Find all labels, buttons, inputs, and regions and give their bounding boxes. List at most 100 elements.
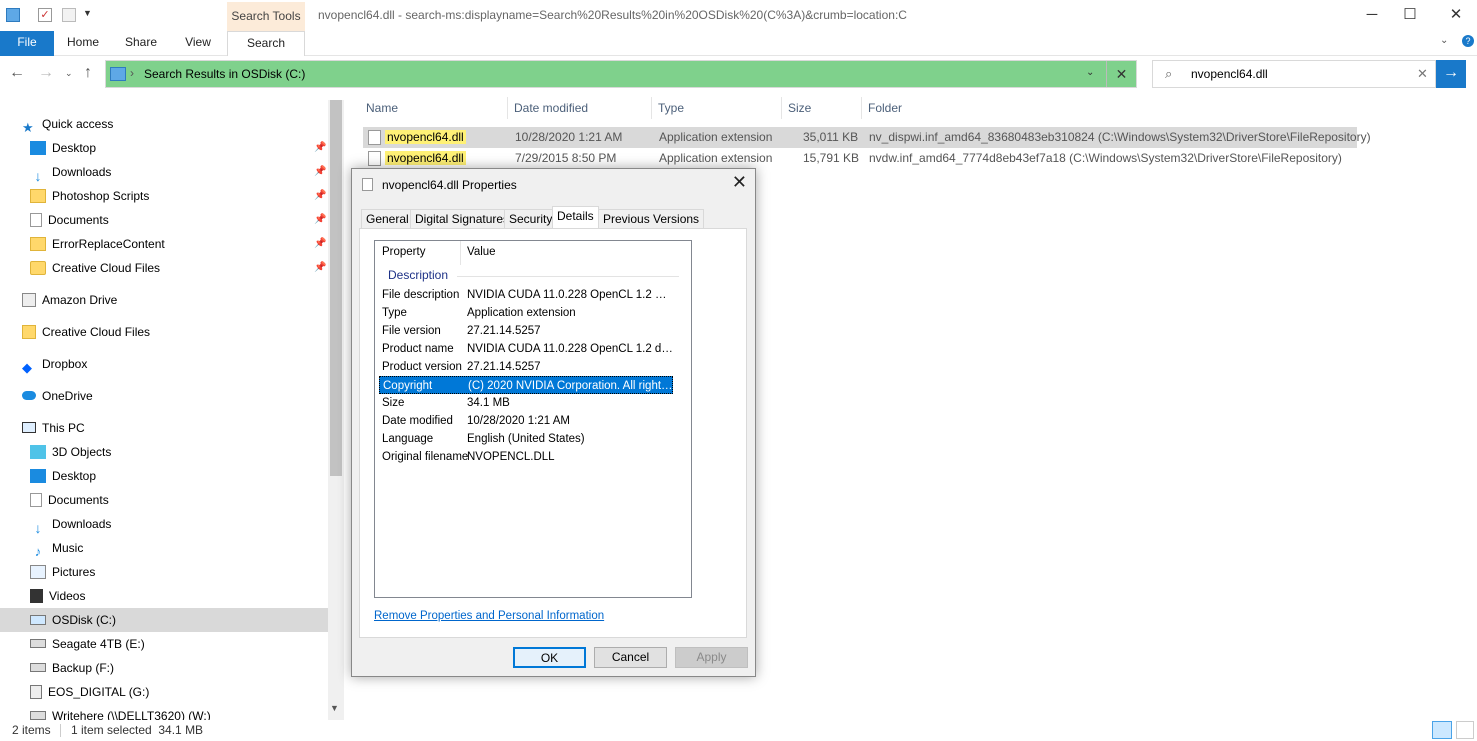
address-row: ← → ⌄ ↑ › Search Results in OSDisk (C:) … [0,56,1477,92]
large-icons-view-icon[interactable] [1456,721,1474,739]
collapse-ribbon-chevron-icon[interactable]: ⌄ [1440,35,1448,46]
nav-qa-photoshop-scripts[interactable]: Photoshop Scripts [30,185,149,207]
property-row[interactable]: Size 34.1 MB [379,394,673,412]
header-property[interactable]: Property [382,246,425,258]
nav-backup-f[interactable]: Backup (F:) [30,657,114,679]
tab-previous-versions[interactable]: Previous Versions [598,209,705,228]
table-row[interactable]: nvopencl64.dll 10/28/2020 1:21 AM Applic… [363,127,1371,148]
column-header-size[interactable]: Size [782,97,862,119]
pin-icon[interactable]: 📌 [314,190,326,201]
pin-icon[interactable]: 📌 [314,166,326,177]
nav-onedrive[interactable]: OneDrive [22,385,93,407]
nav-qa-downloads[interactable]: ↓ Downloads [30,161,112,184]
tab-share[interactable]: Share [116,31,166,56]
tab-general[interactable]: General [361,209,414,228]
tab-security[interactable]: Security [504,209,558,228]
nav-documents[interactable]: Documents [30,489,109,511]
search-input[interactable]: ⌕ nvopencl64.dll ✕ [1152,60,1436,88]
amazon-drive-icon [22,292,36,307]
breadcrumb[interactable]: Search Results in OSDisk (C:) [144,67,305,81]
tab-file[interactable]: File [0,31,54,56]
nav-seagate-e[interactable]: Seagate 4TB (E:) [30,633,145,655]
column-header-type[interactable]: Type [652,97,782,119]
search-go-arrow-icon[interactable]: → [1436,60,1466,88]
pin-icon[interactable]: 📌 [314,238,326,249]
maximize-button[interactable]: ☐ [1387,0,1433,31]
nav-3d-objects[interactable]: 3D Objects [30,441,111,463]
tab-view[interactable]: View [174,31,222,56]
folder-icon [6,8,20,22]
help-icon[interactable]: ? [1462,35,1474,47]
properties-quick-access-icon[interactable]: ✓ [38,8,52,22]
details-view-icon[interactable] [1432,721,1452,739]
column-header-date-modified[interactable]: Date modified [508,97,652,119]
property-row[interactable]: File version 27.21.14.5257 [379,322,673,340]
file-date-modified: 10/28/2020 1:21 AM [515,130,623,144]
remove-properties-link[interactable]: Remove Properties and Personal Informati… [374,610,604,622]
header-value[interactable]: Value [467,246,496,258]
property-row-selected[interactable]: Copyright (C) 2020 NVIDIA Corporation. Al… [379,376,673,394]
customize-toolbar-chevron-icon[interactable]: ▼ [83,8,97,22]
clear-search-close-icon[interactable]: ✕ [1417,66,1428,82]
address-history-chevron-icon[interactable]: ⌄ [1086,67,1094,78]
property-row[interactable]: Product version 27.21.14.5257 [379,358,673,376]
breadcrumb-separator-icon[interactable]: › [130,66,134,80]
property-row[interactable]: Product name NVIDIA CUDA 11.0.228 OpenCL … [379,340,673,358]
folder-icon [30,188,46,203]
up-arrow-icon[interactable]: ↑ [84,64,92,82]
pin-icon[interactable]: 📌 [314,214,326,225]
nav-qa-creative-cloud-files[interactable]: Creative Cloud Files [30,257,160,279]
nav-this-pc[interactable]: This PC [22,417,85,439]
nav-creative-cloud-files[interactable]: Creative Cloud Files [22,321,150,343]
property-row[interactable]: Language English (United States) [379,430,673,448]
nav-dropbox[interactable]: ◆ Dropbox [22,353,87,375]
scroll-down-arrow-icon[interactable]: ▼ [330,703,339,713]
properties-list[interactable]: Property Value Description File descript… [374,240,692,598]
tab-home[interactable]: Home [58,31,108,56]
nav-music[interactable]: ♪ Music [30,537,84,559]
nav-downloads[interactable]: ↓ Downloads [30,513,112,536]
3d-objects-icon [30,444,46,459]
nav-amazon-drive[interactable]: Amazon Drive [22,289,117,311]
ok-button[interactable]: OK [513,647,586,668]
nav-quick-access[interactable]: ★ Quick access [22,113,113,135]
ribbon-tabs: File Home Share View Search ⌄ ? [0,31,1477,56]
pin-icon[interactable]: 📌 [314,142,326,153]
forward-arrow-icon[interactable]: → [38,64,54,82]
column-header-folder[interactable]: Folder [862,97,1360,119]
cancel-button[interactable]: Cancel [594,647,667,668]
pin-icon[interactable]: 📌 [314,262,326,273]
nav-writehere-w[interactable]: Writehere (\\DELLT3620) (W:) [30,705,211,720]
search-query[interactable]: nvopencl64.dll [1191,67,1268,81]
nav-osdisk-c[interactable]: OSDisk (C:) [30,609,116,631]
nav-desktop[interactable]: Desktop [30,465,96,487]
tab-search[interactable]: Search [227,31,305,56]
nav-scrollbar-thumb[interactable] [330,100,342,476]
dialog-close-icon[interactable]: ✕ [732,172,747,193]
nav-pictures[interactable]: Pictures [30,561,95,583]
file-size: 35,011 KB [803,130,859,144]
tab-details[interactable]: Details [552,206,599,228]
tab-digital-signatures[interactable]: Digital Signatures [410,209,515,228]
property-row[interactable]: Type Application extension [379,304,673,322]
stop-search-close-icon[interactable]: ✕ [1106,61,1136,87]
nav-qa-documents[interactable]: Documents [30,209,109,231]
nav-qa-errorreplacecontent[interactable]: ErrorReplaceContent [30,233,165,255]
close-button[interactable]: ✕ [1433,0,1477,31]
property-row[interactable]: File description NVIDIA CUDA 11.0.228 Ope… [379,286,673,304]
property-row[interactable]: Date modified 10/28/2020 1:21 AM [379,412,673,430]
onedrive-cloud-icon [22,391,36,401]
file-date-modified: 7/29/2015 8:50 PM [515,151,617,165]
back-arrow-icon[interactable]: ← [9,64,25,82]
recent-locations-chevron-icon[interactable]: ⌄ [65,68,73,79]
table-row[interactable]: nvopencl64.dll 7/29/2015 8:50 PM Applica… [363,148,1357,169]
dropbox-icon: ◆ [22,359,32,375]
nav-qa-desktop[interactable]: Desktop [30,137,96,159]
apply-button[interactable]: Apply [675,647,748,668]
new-folder-quick-access-icon[interactable] [62,8,76,22]
nav-eos-digital-g[interactable]: EOS_DIGITAL (G:) [30,681,149,703]
property-row[interactable]: Original filename NVOPENCL.DLL [379,448,673,466]
address-bar[interactable]: › Search Results in OSDisk (C:) ⌄ ✕ [105,60,1137,88]
column-header-name[interactable]: Name [360,97,508,119]
nav-videos[interactable]: Videos [30,585,85,607]
